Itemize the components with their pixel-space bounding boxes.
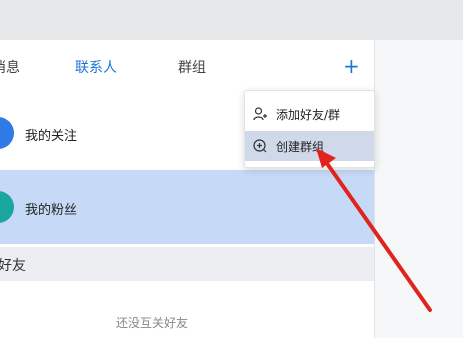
tab-contacts[interactable]: 联系人 (75, 57, 117, 77)
add-menu: 添加好友/群 创建群组 (244, 90, 375, 168)
friends-section-header: 好友 (0, 247, 374, 281)
add-button[interactable]: + (343, 52, 360, 80)
avatar (0, 191, 14, 223)
title-bar (0, 0, 463, 41)
contact-row-fans[interactable]: 我的粉丝 (0, 170, 374, 244)
person-plus-icon (253, 107, 267, 121)
detail-pane (375, 40, 463, 338)
menu-item-add-friend[interactable]: 添加好友/群 (245, 99, 374, 129)
section-title: 好友 (0, 258, 26, 274)
menu-item-create-group[interactable]: 创建群组 (245, 131, 374, 161)
tab-messages[interactable]: 消息 (0, 57, 20, 77)
contact-row-label: 我的关注 (25, 129, 78, 144)
avatar (0, 117, 14, 149)
empty-state: 还没互关好友 (0, 314, 374, 331)
add-circle-icon (253, 139, 267, 153)
tab-bar: 消息 联系人 群组 + (0, 52, 374, 82)
contact-row-label: 我的粉丝 (25, 203, 78, 218)
tab-groups[interactable]: 群组 (178, 57, 206, 77)
empty-state-text: 还没互关好友 (115, 316, 188, 330)
menu-item-label: 添加好友/群 (276, 108, 341, 122)
menu-item-label: 创建群组 (276, 140, 325, 154)
